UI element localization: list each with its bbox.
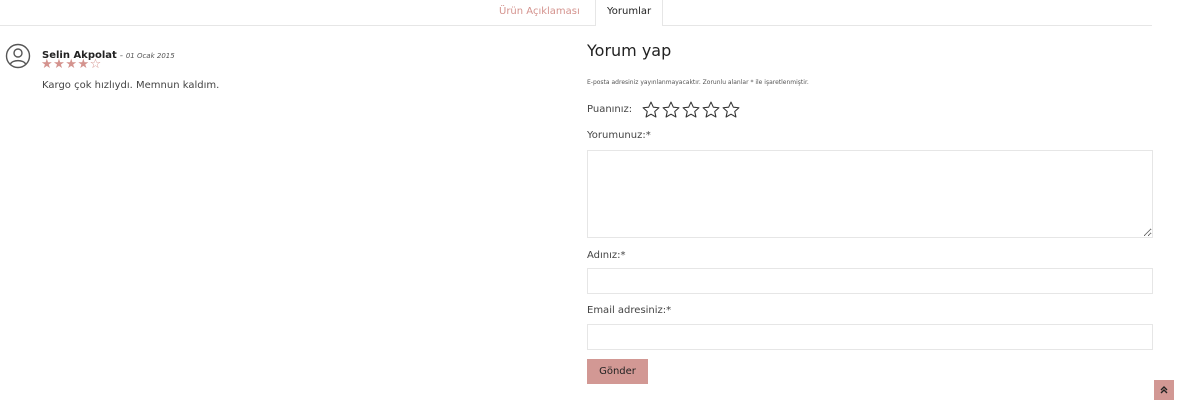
star-filled-icon: ★ [65,57,78,72]
comment-label: Yorumunuz:* [587,130,651,141]
tab-reviews[interactable]: Yorumlar [595,0,664,26]
star-filled-icon: ★ [41,57,54,72]
review-separator: - [116,51,126,61]
star-filled-icon: ★ [53,57,66,72]
star-outline-icon[interactable] [641,100,661,120]
star-outline-icon[interactable] [681,100,701,120]
name-field[interactable] [587,268,1153,294]
form-note: E-posta adresiniz yayınlanmayacaktır. Zo… [587,79,809,86]
comment-textarea[interactable] [587,150,1153,238]
scroll-top-button[interactable] [1154,380,1174,400]
double-chevron-up-icon [1160,386,1168,394]
submit-button[interactable]: Gönder [587,359,648,384]
rating-row: Puanınız: [587,99,741,120]
review-date: 01 Ocak 2015 [125,52,175,60]
user-circle-icon [5,43,31,69]
star-outline-icon[interactable] [721,100,741,120]
name-label: Adınız:* [587,250,626,261]
form-title: Yorum yap [587,41,672,60]
tab-product-description[interactable]: Ürün Açıklaması [488,0,591,25]
star-outline-icon[interactable] [701,100,721,120]
star-filled-icon: ★ [77,57,90,72]
star-outline-icon: ☆ [89,57,102,72]
review-text: Kargo çok hızlıydı. Memnun kaldım. [42,80,220,91]
tab-bar: Ürün Açıklaması Yorumlar [0,0,1152,26]
email-field[interactable] [587,324,1153,350]
star-outline-icon[interactable] [661,100,681,120]
email-label: Email adresiniz:* [587,305,672,316]
review-rating: ★★★★☆ [41,57,102,72]
rating-label: Puanınız: [587,104,633,115]
rating-stars [641,99,741,120]
